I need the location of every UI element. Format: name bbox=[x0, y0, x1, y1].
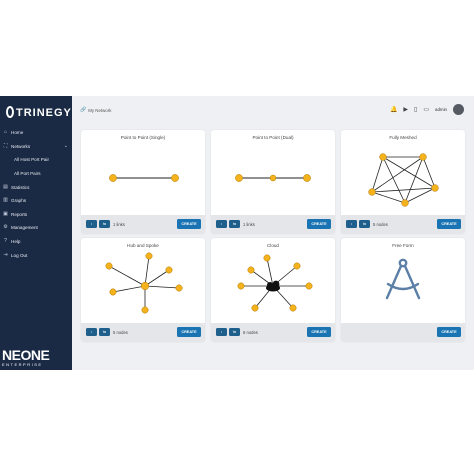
bell-icon[interactable]: 🔔 bbox=[390, 106, 397, 113]
card-hub-and-spoke: Hub and Spoke ↕ ⇆ 5 nodes CREATE bbox=[81, 238, 205, 342]
action-button-1[interactable]: ↕ bbox=[216, 328, 227, 336]
card-fully-meshed: Fully Meshed ↕ ⇆ 5 nodes CREATE bbox=[341, 130, 465, 234]
create-button[interactable]: CREATE bbox=[437, 327, 461, 337]
monitor-icon[interactable]: ▭ bbox=[423, 106, 429, 113]
card-footer: ↕ ⇆ 5 nodes CREATE bbox=[341, 215, 465, 234]
footer-logo: NEONE ENTERPRISE bbox=[2, 347, 50, 367]
create-button[interactable]: CREATE bbox=[177, 219, 201, 229]
sidebar-item-all-port-pairs[interactable]: All Port Pairs bbox=[0, 167, 72, 181]
brand-logo: TRINEGY bbox=[6, 106, 72, 119]
link-icon: 🔗 bbox=[80, 107, 87, 113]
report-icon: ▣ bbox=[3, 210, 8, 217]
link-count: 1 links bbox=[113, 222, 125, 227]
topology-cloud bbox=[237, 254, 313, 312]
link-count: 1 links bbox=[243, 222, 255, 227]
sidebar-item-statistics[interactable]: ▤ Statistics bbox=[0, 180, 72, 194]
home-icon: ⌂ bbox=[3, 129, 8, 136]
card-footer: ↕ ⇆ 1 links CREATE bbox=[81, 215, 205, 234]
sidebar-item-networks[interactable]: ⛶ Networks ⌄ bbox=[0, 140, 72, 154]
action-button-1[interactable]: ↕ bbox=[346, 220, 357, 228]
chart-icon: ▤ bbox=[3, 183, 8, 190]
node-count: 6 nodes bbox=[243, 330, 258, 335]
card-footer: ↕ ⇆ 5 nodes CREATE bbox=[81, 323, 205, 342]
action-button-2[interactable]: ⇆ bbox=[229, 220, 240, 228]
action-button-2[interactable]: ⇆ bbox=[359, 220, 370, 228]
sidebar-item-help[interactable]: ? Help bbox=[0, 235, 72, 249]
create-button[interactable]: CREATE bbox=[177, 327, 201, 337]
help-icon: ? bbox=[4, 238, 7, 245]
app-window: TRINEGY ⌂ Home ⛶ Networks ⌄ All Host Port P… bbox=[0, 96, 474, 370]
user-name[interactable]: admin bbox=[435, 107, 447, 112]
avatar[interactable] bbox=[453, 104, 464, 115]
logout-icon: ⇥ bbox=[3, 251, 8, 258]
sidebar-item-home[interactable]: ⌂ Home bbox=[0, 126, 72, 140]
breadcrumb[interactable]: 🔗 My Network bbox=[80, 107, 111, 113]
graph-icon: ▥ bbox=[3, 197, 8, 204]
card-footer: ↕ ⇆ 1 links CREATE bbox=[211, 215, 335, 234]
top-icons: 🔔 ▶ ▯ ▭ admin bbox=[390, 104, 464, 115]
top-bar: 🔗 My Network 🔔 ▶ ▯ ▭ admin bbox=[72, 96, 474, 126]
node-count: 5 nodes bbox=[373, 222, 388, 227]
sidebar-item-graphs[interactable]: ▥ Graphs bbox=[0, 194, 72, 208]
topology-hub-and-spoke bbox=[105, 252, 183, 314]
topology-point-to-point-dual bbox=[235, 174, 311, 182]
sidebar-nav: ⌂ Home ⛶ Networks ⌄ All Host Port Pair All … bbox=[0, 126, 72, 262]
sidebar-item-reports[interactable]: ▣ Reports bbox=[0, 208, 72, 222]
card-free-form: Free Form CREATE bbox=[341, 238, 465, 342]
action-button-2[interactable]: ⇆ bbox=[99, 328, 110, 336]
card-footer: ↕ ⇆ 6 nodes CREATE bbox=[211, 323, 335, 342]
node-count: 5 nodes bbox=[113, 330, 128, 335]
card-cloud: Cloud ↕ ⇆ 6 nodes CREATE bbox=[211, 238, 335, 342]
camera-icon[interactable]: ▶ bbox=[403, 106, 408, 113]
management-icon: ⚙ bbox=[3, 224, 8, 231]
document-icon[interactable]: ▯ bbox=[414, 106, 417, 113]
sidebar-item-management[interactable]: ⚙ Management bbox=[0, 221, 72, 235]
sidebar: TRINEGY ⌂ Home ⛶ Networks ⌄ All Host Port P… bbox=[0, 96, 72, 370]
drafting-compass-icon bbox=[385, 258, 421, 300]
action-button-1[interactable]: ↕ bbox=[216, 220, 227, 228]
chevron-down-icon: ⌄ bbox=[63, 143, 68, 150]
create-button[interactable]: CREATE bbox=[307, 327, 331, 337]
main-content: 🔗 My Network 🔔 ▶ ▯ ▭ admin Point to Point… bbox=[72, 96, 474, 370]
action-button-1[interactable]: ↕ bbox=[86, 328, 97, 336]
sidebar-item-log-out[interactable]: ⇥ Log Out bbox=[0, 248, 72, 262]
action-button-1[interactable]: ↕ bbox=[86, 220, 97, 228]
card-point-to-point-dual: Point to Point (Dual) ↕ ⇆ 1 links CREATE bbox=[211, 130, 335, 234]
create-button[interactable]: CREATE bbox=[437, 219, 461, 229]
topology-fully-meshed bbox=[368, 153, 439, 207]
action-button-2[interactable]: ⇆ bbox=[99, 220, 110, 228]
action-button-2[interactable]: ⇆ bbox=[229, 328, 240, 336]
topology-point-to-point-single bbox=[109, 174, 179, 182]
create-button[interactable]: CREATE bbox=[307, 219, 331, 229]
card-footer: CREATE bbox=[341, 323, 465, 342]
sidebar-item-all-host-port-pair[interactable]: All Host Port Pair bbox=[0, 153, 72, 167]
network-icon: ⛶ bbox=[3, 142, 8, 149]
card-point-to-point-single: Point to Point (Single) ↕ ⇆ 1 links CREA… bbox=[81, 130, 205, 234]
logo-ring-icon bbox=[6, 106, 14, 118]
